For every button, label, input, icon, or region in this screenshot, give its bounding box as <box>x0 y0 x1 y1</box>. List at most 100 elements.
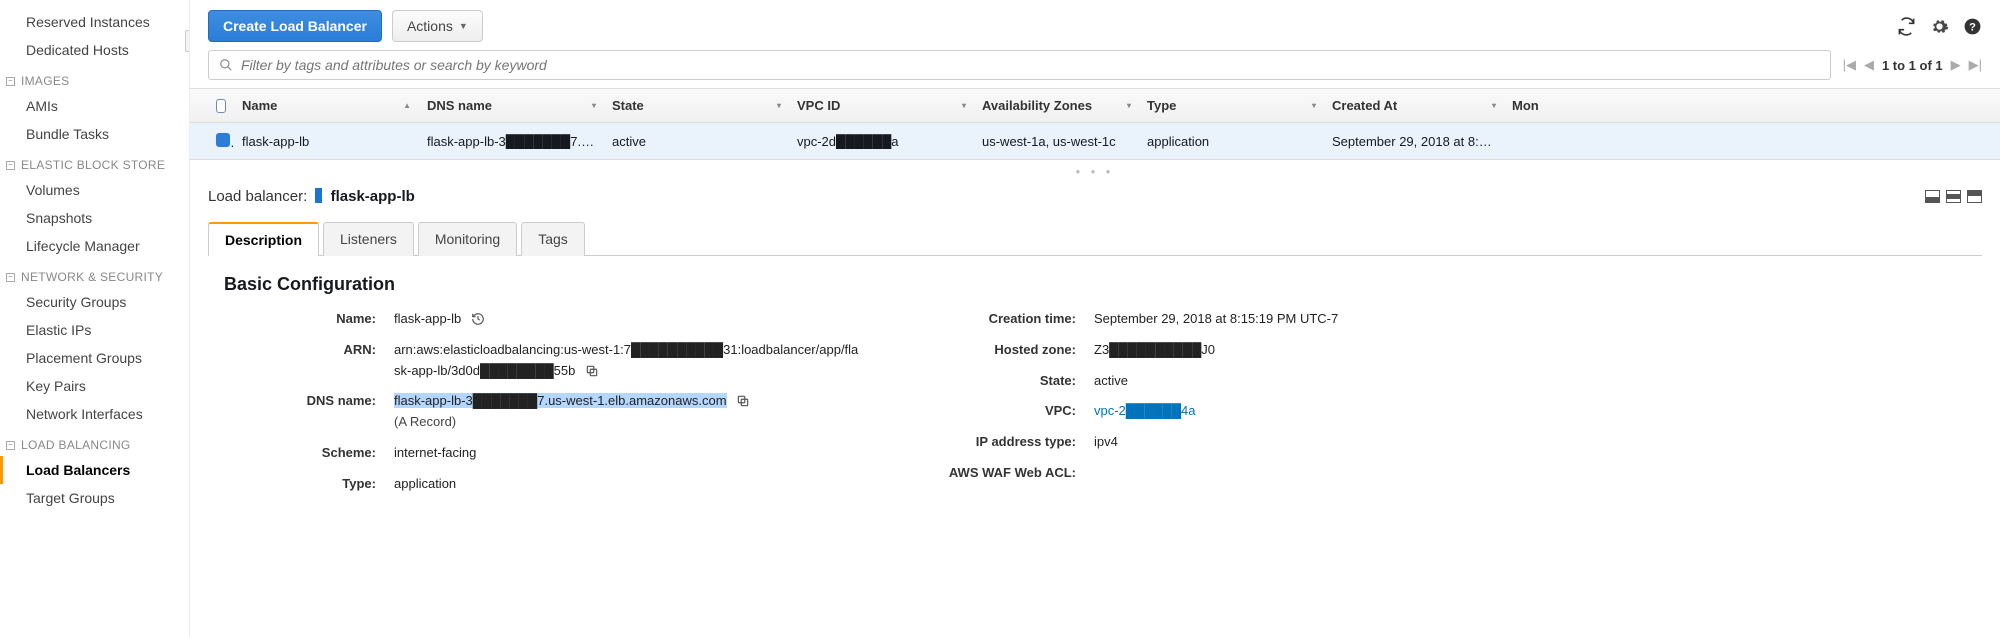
cell-created: September 29, 2018 at 8:15:… <box>1324 134 1504 149</box>
cell-dns: flask-app-lb-3███████7.us-w… <box>419 134 604 149</box>
value-ip-type: ipv4 <box>1094 432 1564 453</box>
cell-az: us-west-1a, us-west-1c <box>974 134 1139 149</box>
value-waf <box>1094 463 1564 484</box>
nav-item-snapshots[interactable]: Snapshots <box>0 204 189 232</box>
col-created[interactable]: Created At▾ <box>1324 98 1504 113</box>
load-balancer-table: Name▲ DNS name▾ State▾ VPC ID▾ Availabil… <box>190 88 2000 160</box>
search-input[interactable] <box>241 57 1820 73</box>
table-header: Name▲ DNS name▾ State▾ VPC ID▾ Availabil… <box>190 89 2000 123</box>
cell-type: application <box>1139 134 1324 149</box>
value-vpc: vpc-2██████4a <box>1094 401 1564 422</box>
cell-vpc: vpc-2d██████a <box>789 134 974 149</box>
label-dns: DNS name: <box>224 391 394 433</box>
label-creation-time: Creation time: <box>924 309 1094 330</box>
col-state[interactable]: State▾ <box>604 98 789 113</box>
copy-icon[interactable] <box>585 364 599 378</box>
panel-restore-icon[interactable] <box>1946 190 1961 203</box>
value-creation-time: September 29, 2018 at 8:15:19 PM UTC-7 <box>1094 309 1564 330</box>
label-scheme: Scheme: <box>224 443 394 464</box>
nav-item-security-groups[interactable]: Security Groups <box>0 288 189 316</box>
panel-maximize-icon[interactable] <box>1967 190 1982 203</box>
label-name: Name: <box>224 309 394 330</box>
value-hosted-zone: Z3██████████J0 <box>1094 340 1564 361</box>
value-dns: flask-app-lb-3███████7.us-west-1.elb.ama… <box>394 391 864 433</box>
label-ip-type: IP address type: <box>924 432 1094 453</box>
nav-item-reserved-instances[interactable]: Reserved Instances <box>0 8 189 36</box>
sidebar-collapse-icon[interactable]: ◀ <box>185 30 190 52</box>
nav-section-ebs[interactable]: −ELASTIC BLOCK STORE <box>0 148 189 176</box>
value-type: application <box>394 474 864 495</box>
tab-monitoring[interactable]: Monitoring <box>418 222 517 256</box>
sort-icon: ▾ <box>962 101 966 110</box>
pager: |◀ ◀ 1 to 1 of 1 ▶ ▶| <box>1843 57 1982 73</box>
nav-section-network[interactable]: −NETWORK & SECURITY <box>0 260 189 288</box>
cell-name: flask-app-lb <box>234 134 419 149</box>
table-row[interactable]: flask-app-lb flask-app-lb-3███████7.us-w… <box>190 123 2000 159</box>
sort-asc-icon: ▲ <box>403 101 411 110</box>
selection-marker-icon <box>315 188 322 203</box>
col-type[interactable]: Type▾ <box>1139 98 1324 113</box>
label-hosted-zone: Hosted zone: <box>924 340 1094 361</box>
value-arn: arn:aws:elasticloadbalancing:us-west-1:7… <box>394 340 864 382</box>
nav-item-bundle-tasks[interactable]: Bundle Tasks <box>0 120 189 148</box>
pager-next-icon[interactable]: ▶ <box>1951 57 1961 73</box>
col-vpc[interactable]: VPC ID▾ <box>789 98 974 113</box>
search-row: |◀ ◀ 1 to 1 of 1 ▶ ▶| <box>190 50 2000 88</box>
panel-minimize-icon[interactable] <box>1925 190 1940 203</box>
sort-icon: ▾ <box>1127 101 1131 110</box>
pager-last-icon[interactable]: ▶| <box>1969 57 1982 73</box>
nav-section-images[interactable]: −IMAGES <box>0 64 189 92</box>
resize-handle[interactable]: ● ● ● <box>190 160 2000 182</box>
nav-item-network-interfaces[interactable]: Network Interfaces <box>0 400 189 428</box>
copy-icon[interactable] <box>736 394 750 408</box>
nav-item-placement-groups[interactable]: Placement Groups <box>0 344 189 372</box>
label-state: State: <box>924 371 1094 392</box>
label-waf: AWS WAF Web ACL: <box>924 463 1094 484</box>
sort-icon: ▾ <box>592 101 596 110</box>
value-name: flask-app-lb <box>394 309 864 330</box>
col-az[interactable]: Availability Zones▾ <box>974 98 1139 113</box>
col-mon[interactable]: Mon <box>1504 98 1982 113</box>
sort-icon: ▾ <box>1492 101 1496 110</box>
pager-text: 1 to 1 of 1 <box>1882 58 1943 73</box>
nav-item-volumes[interactable]: Volumes <box>0 176 189 204</box>
detail-title: Load balancer: flask-app-lb <box>208 188 415 205</box>
props-right: Creation time: September 29, 2018 at 8:1… <box>924 309 1564 505</box>
props-left: Name: flask-app-lb ARN: arn:aws:elasticl… <box>224 309 864 505</box>
nav-item-elastic-ips[interactable]: Elastic IPs <box>0 316 189 344</box>
tab-tags[interactable]: Tags <box>521 222 585 256</box>
label-vpc: VPC: <box>924 401 1094 422</box>
pager-prev-icon[interactable]: ◀ <box>1864 57 1874 73</box>
gear-icon[interactable] <box>1930 17 1949 36</box>
nav-item-dedicated-hosts[interactable]: Dedicated Hosts <box>0 36 189 64</box>
value-state: active <box>1094 371 1564 392</box>
actions-button[interactable]: Actions▼ <box>392 10 483 42</box>
select-all-checkbox[interactable] <box>216 99 226 113</box>
value-scheme: internet-facing <box>394 443 864 464</box>
section-heading: Basic Configuration <box>224 274 1982 295</box>
nav-item-lifecycle-manager[interactable]: Lifecycle Manager <box>0 232 189 260</box>
sidebar: Reserved Instances Dedicated Hosts −IMAG… <box>0 0 190 637</box>
refresh-icon[interactable] <box>1897 17 1916 36</box>
create-load-balancer-button[interactable]: Create Load Balancer <box>208 10 382 42</box>
sort-icon: ▾ <box>777 101 781 110</box>
row-checkbox[interactable] <box>216 133 230 147</box>
nav-item-load-balancers[interactable]: Load Balancers <box>0 456 189 484</box>
pager-first-icon[interactable]: |◀ <box>1843 57 1856 73</box>
nav-item-target-groups[interactable]: Target Groups <box>0 484 189 512</box>
svg-text:?: ? <box>1969 21 1976 33</box>
tab-listeners[interactable]: Listeners <box>323 222 414 256</box>
nav-section-load-balancing[interactable]: −LOAD BALANCING <box>0 428 189 456</box>
help-icon[interactable]: ? <box>1963 17 1982 36</box>
history-icon[interactable] <box>471 312 485 326</box>
nav-item-key-pairs[interactable]: Key Pairs <box>0 372 189 400</box>
search-box[interactable] <box>208 50 1831 80</box>
col-dns[interactable]: DNS name▾ <box>419 98 604 113</box>
vpc-link[interactable]: vpc-2██████4a <box>1094 403 1196 418</box>
detail-panel: Load balancer: flask-app-lb Description … <box>190 182 2000 517</box>
cell-state: active <box>604 134 789 149</box>
nav-item-amis[interactable]: AMIs <box>0 92 189 120</box>
label-type: Type: <box>224 474 394 495</box>
col-name[interactable]: Name▲ <box>234 98 419 113</box>
tab-description[interactable]: Description <box>208 222 319 256</box>
